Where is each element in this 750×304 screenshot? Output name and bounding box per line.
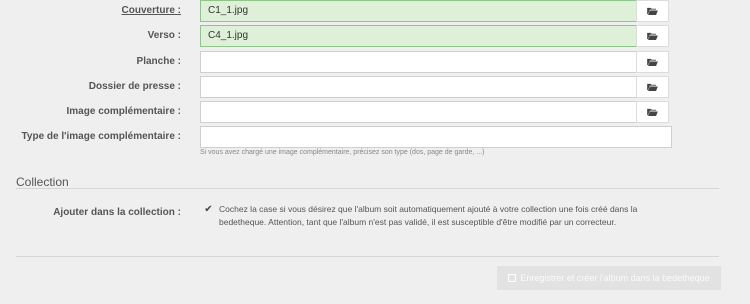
planche-input[interactable] (200, 51, 641, 73)
collection-label: Ajouter dans la collection : (53, 207, 181, 218)
planche-browse-button[interactable] (636, 51, 669, 73)
folder-open-icon (647, 32, 658, 40)
image-complementaire-input[interactable] (200, 101, 641, 123)
image-complementaire-label: Image complémentaire : (66, 106, 181, 117)
type-image-label: Type de l'image complémentaire : (21, 131, 181, 142)
couverture-input[interactable]: C1_1.jpg (200, 0, 641, 22)
image-complementaire-browse-button[interactable] (636, 101, 669, 123)
folder-open-icon (647, 83, 658, 91)
dossier-presse-label: Dossier de presse : (88, 81, 181, 92)
field-dossier-presse: Dossier de presse : (0, 76, 750, 98)
folder-open-icon (647, 58, 658, 66)
field-verso: Verso : C4_1.jpg (0, 25, 750, 47)
divider (16, 256, 719, 257)
collection-checkbox[interactable]: ✔ (203, 204, 214, 215)
couverture-browse-button[interactable] (636, 0, 669, 22)
divider (16, 188, 719, 189)
folder-open-icon (647, 7, 658, 15)
field-planche: Planche : (0, 51, 750, 73)
type-image-help: Si vous avez chargé une image complément… (200, 149, 485, 156)
album-form: Couverture : C1_1.jpg Verso : C4_1.jpg P… (0, 0, 750, 304)
folder-open-icon (647, 108, 658, 116)
save-icon (508, 274, 517, 282)
submit-button-label: Enregistrer et créer l'album dans la bed… (520, 273, 710, 283)
field-image-complementaire: Image complémentaire : (0, 101, 750, 123)
field-couverture: Couverture : C1_1.jpg (0, 0, 750, 22)
submit-button[interactable]: Enregistrer et créer l'album dans la bed… (497, 266, 721, 290)
type-image-input[interactable] (200, 126, 672, 148)
dossier-presse-browse-button[interactable] (636, 76, 669, 98)
field-type-image: Type de l'image complémentaire : (0, 126, 750, 148)
verso-input[interactable]: C4_1.jpg (200, 25, 641, 47)
verso-label: Verso : (147, 30, 181, 41)
planche-label: Planche : (136, 56, 181, 67)
collection-description: Cochez la case si vous désirez que l'alb… (219, 204, 638, 227)
dossier-presse-input[interactable] (200, 76, 641, 98)
collection-section-title: Collection (16, 175, 69, 189)
couverture-label[interactable]: Couverture : (122, 0, 181, 22)
checkmark-icon: ✔ (204, 204, 213, 215)
verso-browse-button[interactable] (636, 25, 669, 47)
